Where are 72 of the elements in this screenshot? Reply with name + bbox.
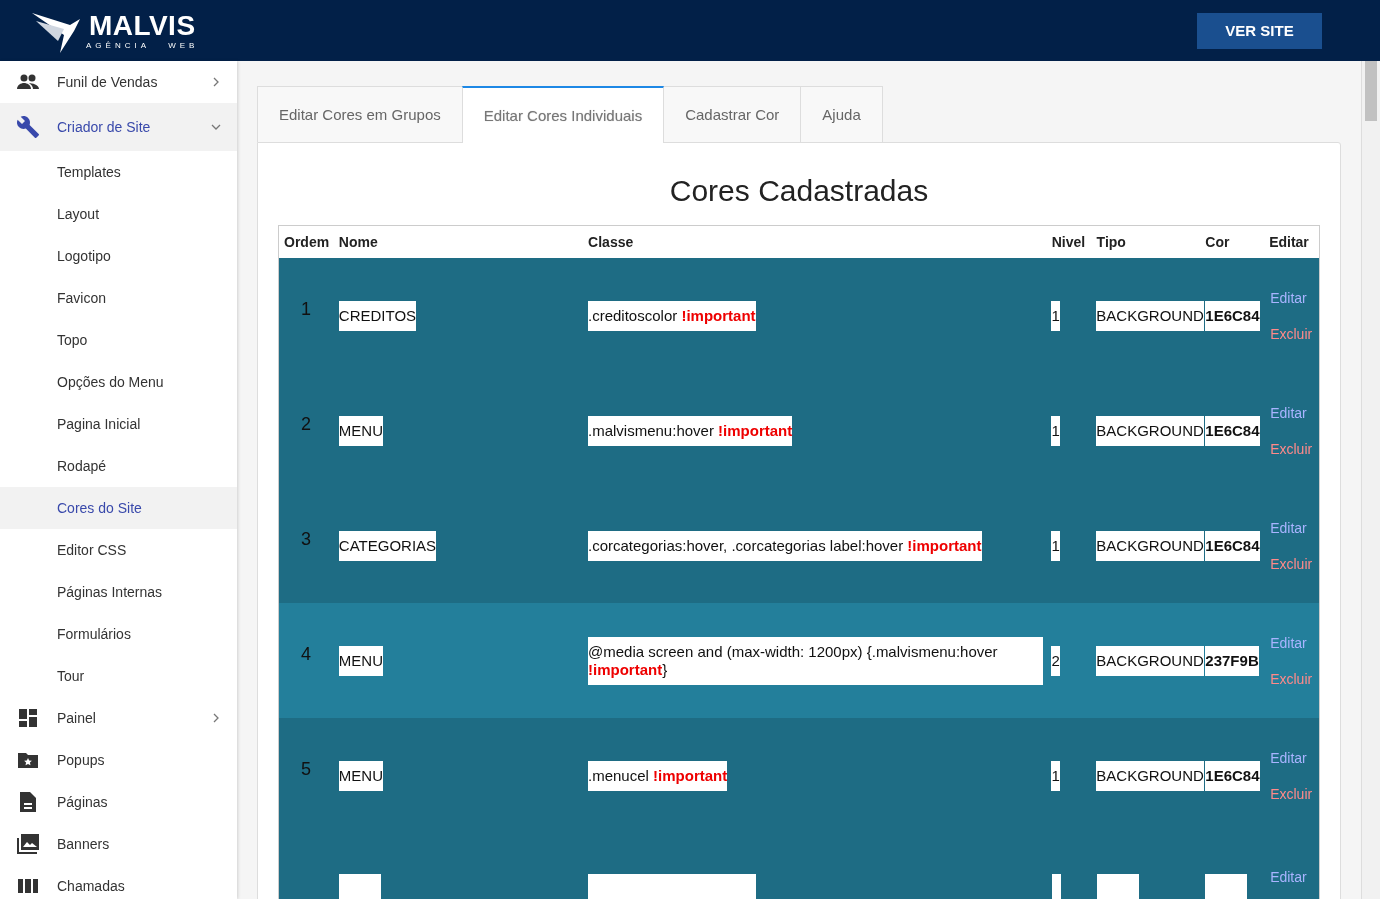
name-cell: MENU bbox=[338, 760, 383, 791]
images-icon bbox=[16, 832, 40, 856]
type-cell: BACKGROUND bbox=[1096, 645, 1204, 676]
sidebar-subitem[interactable]: Logotipo bbox=[0, 235, 237, 277]
column-header: Ordem bbox=[283, 234, 331, 250]
table-cell bbox=[338, 874, 381, 899]
column-header: Classe bbox=[587, 234, 635, 250]
sidebar-subitem[interactable]: Tour bbox=[0, 655, 237, 697]
sidebar-subitem[interactable]: Pagina Inicial bbox=[0, 403, 237, 445]
column-header: Cor bbox=[1204, 234, 1231, 250]
table-cell bbox=[1205, 874, 1248, 899]
color-code-cell: 1E6C84 bbox=[1205, 760, 1260, 791]
section-title: Cores Cadastradas bbox=[668, 173, 930, 209]
order-number: 1 bbox=[301, 299, 311, 319]
sidebar-subitem[interactable]: Páginas Internas bbox=[0, 571, 237, 613]
level-cell: 2 bbox=[1051, 645, 1060, 676]
name-cell: CREDITOS bbox=[338, 300, 417, 331]
color-code-cell: 1E6C84 bbox=[1205, 300, 1260, 331]
wrench-icon bbox=[16, 115, 40, 139]
column-header: Tipo bbox=[1095, 234, 1127, 250]
order-number: 5 bbox=[301, 759, 311, 779]
sidebar-subitem[interactable]: Formulários bbox=[0, 613, 237, 655]
sidebar-item[interactable]: Chamadas bbox=[0, 865, 237, 899]
sidebar-item[interactable]: Banners bbox=[0, 823, 237, 865]
level-cell: 1 bbox=[1051, 760, 1060, 791]
sidebar-subitem[interactable]: Cores do Site bbox=[0, 487, 237, 529]
sidebar-subitem[interactable]: Opções do Menu bbox=[0, 361, 237, 403]
tab[interactable]: Editar Cores em Grupos bbox=[257, 86, 463, 142]
type-cell: BACKGROUND bbox=[1096, 530, 1204, 561]
sidebar-subitem[interactable]: Favicon bbox=[0, 277, 237, 319]
color-code-cell: 1E6C84 bbox=[1205, 530, 1260, 561]
tab[interactable]: Ajuda bbox=[800, 86, 883, 142]
table-cell bbox=[1051, 874, 1061, 899]
column-header: Nome bbox=[337, 234, 379, 250]
name-cell: CATEGORIAS bbox=[338, 530, 437, 561]
sidebar-subitem[interactable]: Rodapé bbox=[0, 445, 237, 487]
type-cell: BACKGROUND bbox=[1096, 415, 1204, 446]
class-cell: .menucel !important bbox=[588, 760, 728, 791]
column-header: Nivel bbox=[1050, 234, 1087, 250]
scrollbar[interactable] bbox=[1361, 61, 1380, 899]
class-cell: .malvismenu:hover !important bbox=[588, 415, 793, 446]
tab[interactable]: Editar Cores Individuais bbox=[461, 86, 665, 143]
class-cell: .creditoscolor !important bbox=[588, 300, 756, 331]
sidebar-subitem[interactable]: Templates bbox=[0, 151, 237, 193]
color-code-cell: 237F9B bbox=[1205, 645, 1259, 676]
sidebar-item[interactable]: Páginas bbox=[0, 781, 237, 823]
order-number: 4 bbox=[301, 644, 311, 664]
view-site-button[interactable]: VER SITE bbox=[1197, 12, 1322, 49]
type-cell: BACKGROUND bbox=[1096, 300, 1204, 331]
level-cell: 1 bbox=[1051, 300, 1060, 331]
sidebar-item[interactable]: Criador de Site bbox=[0, 103, 237, 151]
table-cell bbox=[1096, 874, 1139, 899]
sidebar-item[interactable]: Painel bbox=[0, 697, 237, 739]
order-number: 2 bbox=[301, 414, 311, 434]
sidebar-item[interactable]: Popups bbox=[0, 739, 237, 781]
class-cell: .corcategorias:hover, .corcategorias label:hover !important bbox=[588, 530, 982, 561]
sidebar-item[interactable]: Funil de Vendas bbox=[0, 61, 237, 103]
type-cell: BACKGROUND bbox=[1096, 760, 1204, 791]
dashboard-icon bbox=[16, 706, 40, 730]
order-number: 3 bbox=[301, 529, 311, 549]
logo-subtitle: AGÊNCIA WEB bbox=[86, 41, 199, 50]
sidebar-subitem[interactable]: Editor CSS bbox=[0, 529, 237, 571]
name-cell: MENU bbox=[338, 415, 383, 446]
class-cell: @media screen and (max-width: 1200px) {.malvismenu:hover !important} bbox=[588, 636, 1043, 685]
sidebar-subitem[interactable]: Topo bbox=[0, 319, 237, 361]
level-cell: 1 bbox=[1051, 530, 1060, 561]
level-cell: 1 bbox=[1051, 415, 1060, 446]
column-header: Editar bbox=[1268, 234, 1310, 250]
name-cell: MENU bbox=[338, 645, 383, 676]
sidebar-subitem[interactable]: Layout bbox=[0, 193, 237, 235]
color-code-cell: 1E6C84 bbox=[1205, 415, 1260, 446]
logo-title: MALVIS bbox=[88, 11, 196, 41]
